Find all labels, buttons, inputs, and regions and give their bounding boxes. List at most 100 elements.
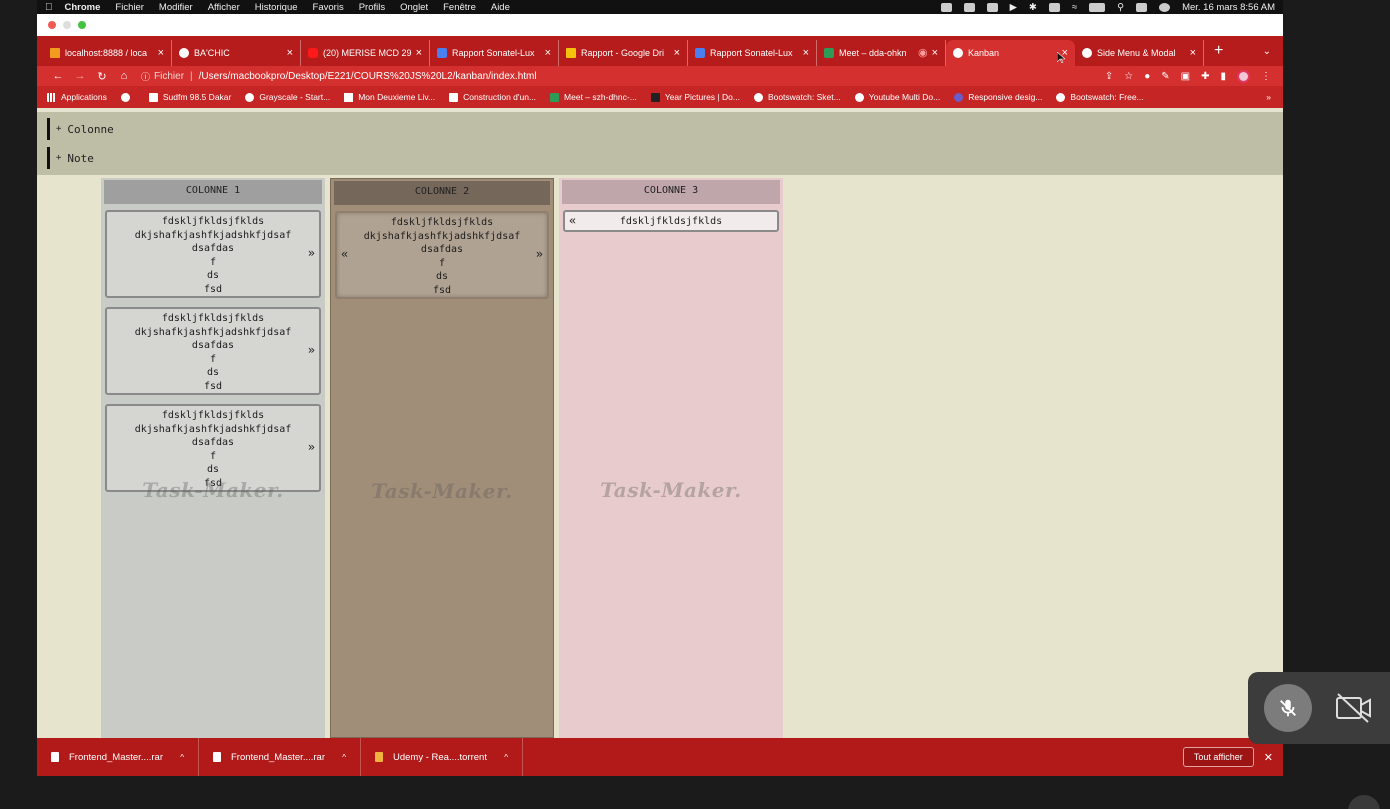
move-right-button[interactable]: »	[536, 248, 543, 262]
info-icon[interactable]: ⓘ	[141, 70, 150, 83]
download-item[interactable]: Frontend_Master....rar ^	[199, 738, 361, 776]
show-all-downloads-button[interactable]: Tout afficher	[1182, 747, 1254, 767]
kebab-menu-icon[interactable]: ⋮	[1261, 71, 1271, 82]
tab-bachic[interactable]: BA'CHIC ×	[172, 39, 301, 66]
bluetooth-icon[interactable]: ✱	[1029, 2, 1037, 13]
apple-icon[interactable]: 	[45, 2, 53, 13]
new-tab-button[interactable]: +	[1214, 42, 1223, 60]
bookmark-meet[interactable]: Meet – szh-dhnc-...	[550, 92, 637, 102]
menu-item[interactable]: Afficher	[208, 2, 240, 13]
note-text[interactable]: fdskljfkldsjfklds dkjshafkjashfkjadshkfj…	[123, 215, 303, 297]
address-bar[interactable]: ⓘ Fichier | /Users/macbookpro/Desktop/E2…	[141, 67, 1105, 85]
menu-app-name[interactable]: Chrome	[65, 2, 101, 13]
bookmark-year-pictures[interactable]: Year Pictures | Do...	[650, 92, 740, 102]
menu-item[interactable]: Aide	[491, 2, 510, 13]
reload-icon[interactable]: ↻	[91, 70, 113, 83]
mic-muted-button[interactable]	[1264, 684, 1312, 732]
kanban-column-3[interactable]: COLONNE 3 « fdskljfkldsjfklds Task-Maker…	[559, 178, 783, 738]
bookmark-applications[interactable]: Applications	[47, 92, 107, 102]
tab-rapport-2[interactable]: Rapport Sonatel-Lux ×	[688, 39, 817, 66]
close-tab-icon[interactable]: ×	[932, 47, 938, 59]
add-column-button[interactable]: + Colonne	[47, 118, 114, 140]
minimize-window-button[interactable]	[63, 21, 71, 29]
menu-item[interactable]: Modifier	[159, 2, 193, 13]
extension-pen-icon[interactable]: ✎	[1161, 71, 1169, 82]
chevron-up-icon[interactable]: ^	[504, 753, 508, 762]
floating-action-button[interactable]	[1348, 795, 1380, 809]
download-item[interactable]: Frontend_Master....rar ^	[37, 738, 199, 776]
close-tab-icon[interactable]: ×	[545, 47, 551, 59]
fullscreen-window-button[interactable]	[78, 21, 86, 29]
menu-item[interactable]: Fichier	[115, 2, 144, 13]
address-url[interactable]: /Users/macbookpro/Desktop/E221/COURS%20J…	[199, 71, 537, 82]
clock-text[interactable]: Mer. 16 mars 8:56 AM	[1182, 2, 1275, 13]
bookmark-youtube-multi[interactable]: Youtube Multi Do...	[854, 92, 940, 102]
tab-localhost[interactable]: localhost:8888 / loca ×	[43, 39, 172, 66]
move-left-button[interactable]: «	[569, 214, 576, 228]
chevron-up-icon[interactable]: ^	[180, 753, 184, 762]
tab-meet[interactable]: Meet – dda-ohkn ◉ ×	[817, 39, 946, 66]
star-icon[interactable]: ☆	[1124, 71, 1133, 82]
menu-item[interactable]: Favoris	[313, 2, 344, 13]
sidepanel-icon[interactable]: ▮	[1220, 71, 1226, 82]
note-text[interactable]: fdskljfkldsjfklds dkjshafkjashfkjadshkfj…	[123, 312, 303, 394]
close-tab-icon[interactable]: ×	[674, 47, 680, 59]
bookmark-mon-deuxieme[interactable]: Mon Deuxieme Liv...	[344, 92, 435, 102]
note-card[interactable]: « fdskljfkldsjfklds	[563, 210, 779, 232]
puzzle-icon[interactable]: ✚	[1201, 71, 1209, 82]
control-center-icon[interactable]	[1136, 2, 1148, 12]
menu-item[interactable]: Fenêtre	[443, 2, 476, 13]
note-text[interactable]: fdskljfkldsjfklds	[581, 215, 761, 228]
search-icon[interactable]: ⚲	[1117, 2, 1124, 13]
column-title[interactable]: COLONNE 3	[562, 180, 780, 204]
bookmark-globe[interactable]	[120, 92, 135, 102]
extension-circle-icon[interactable]: ●	[1144, 71, 1150, 82]
back-arrow-icon[interactable]: ←	[47, 70, 69, 82]
camera-off-button[interactable]	[1332, 686, 1376, 730]
close-tab-icon[interactable]: ×	[158, 47, 164, 59]
bookmark-bootswatch-free[interactable]: Bootswatch: Free...	[1056, 92, 1144, 102]
chevron-up-icon[interactable]: ^	[342, 753, 346, 762]
add-note-button[interactable]: + Note	[47, 147, 94, 169]
move-right-button[interactable]: »	[308, 344, 315, 358]
menu-item[interactable]: Onglet	[400, 2, 428, 13]
download-item[interactable]: Udemy - Rea....torrent ^	[361, 738, 523, 776]
tab-youtube[interactable]: (20) MERISE MCD 29 ×	[301, 39, 430, 66]
vlc-icon[interactable]	[963, 2, 975, 12]
share-icon[interactable]: ⇪	[1105, 71, 1113, 82]
bookmark-sudfm[interactable]: Sudfm 98.5 Dakar	[148, 92, 231, 102]
column-title[interactable]: COLONNE 1	[104, 180, 322, 204]
kanban-column-2[interactable]: COLONNE 2 « fdskljfkldsjfklds dkjshafkja…	[330, 178, 554, 738]
kanban-column-1[interactable]: COLONNE 1 fdskljfkldsjfklds dkjshafkjash…	[101, 178, 325, 738]
note-text[interactable]: fdskljfkldsjfklds dkjshafkjashfkjadshkfj…	[353, 216, 531, 298]
move-right-button[interactable]: »	[308, 247, 315, 261]
move-right-button[interactable]: »	[308, 441, 315, 455]
profile-avatar[interactable]	[1237, 69, 1250, 83]
close-tab-icon[interactable]: ×	[416, 47, 422, 59]
close-tab-icon[interactable]: ×	[1190, 47, 1196, 59]
more-bookmarks-icon[interactable]: »	[1266, 92, 1271, 102]
column-title[interactable]: COLONNE 2	[334, 181, 550, 205]
note-card[interactable]: fdskljfkldsjfklds dkjshafkjashfkjadshkfj…	[105, 307, 321, 395]
bookmark-construction[interactable]: Construction d'un...	[449, 92, 536, 102]
close-downloads-icon[interactable]: ✕	[1264, 751, 1273, 764]
note-card[interactable]: « fdskljfkldsjfklds dkjshafkjashfkjadshk…	[335, 211, 549, 299]
close-tab-icon[interactable]: ×	[287, 47, 293, 59]
keyboard-input-icon[interactable]	[1048, 2, 1060, 12]
move-left-button[interactable]: «	[341, 248, 348, 262]
wifi-icon[interactable]: ≈	[1072, 2, 1077, 13]
siri-icon[interactable]	[1159, 2, 1171, 12]
bookmark-responsive[interactable]: Responsive desig...	[954, 92, 1042, 102]
menu-item[interactable]: Profils	[359, 2, 385, 13]
play-icon[interactable]: ▶	[1010, 2, 1017, 13]
forward-arrow-icon[interactable]: →	[69, 70, 91, 82]
menu-item[interactable]: Historique	[255, 2, 298, 13]
home-icon[interactable]: ⌂	[113, 70, 135, 82]
notification-icon[interactable]	[940, 2, 952, 12]
chevron-down-icon[interactable]: ⌄	[1263, 46, 1271, 57]
translate-icon[interactable]: ▣	[1181, 71, 1190, 82]
close-window-button[interactable]	[48, 21, 56, 29]
cloud-icon[interactable]	[986, 2, 998, 12]
tab-rapport-1[interactable]: Rapport Sonatel-Lux ×	[430, 39, 559, 66]
tab-side-menu[interactable]: Side Menu & Modal ×	[1075, 39, 1204, 66]
